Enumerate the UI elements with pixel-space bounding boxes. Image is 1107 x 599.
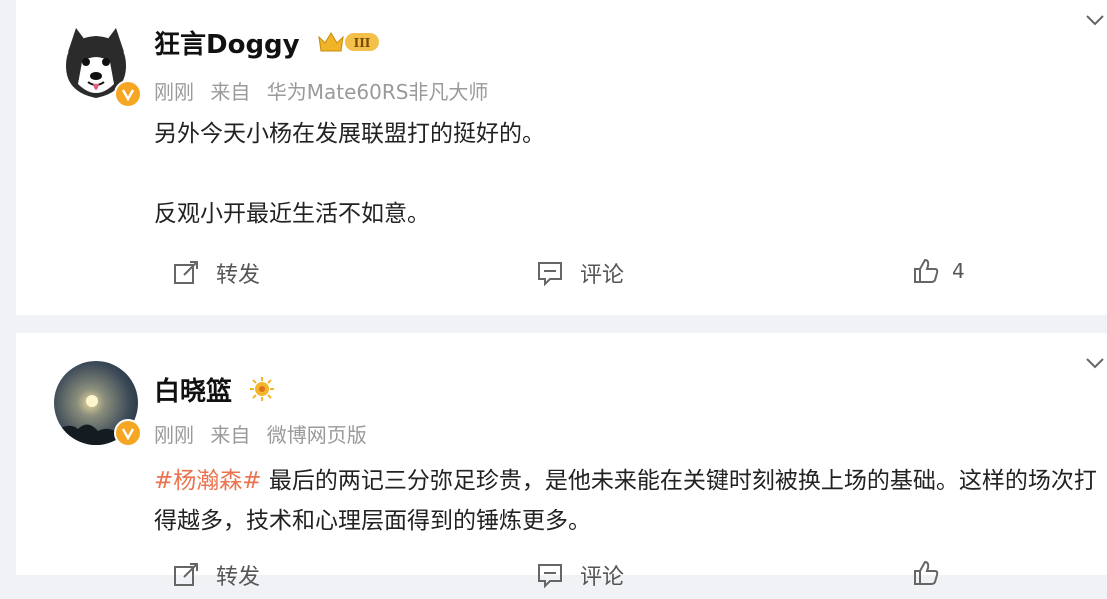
post-card: 狂言Doggy III 刚刚 来自 华为Mate60RS非凡大师 另外今天小杨在… [16,0,1107,315]
post-card: 白晓篮 刚刚 来自 微博网页版 #杨瀚森# 最后的两记三分弥足珍贵，是他未来能在… [16,333,1107,590]
share-icon [172,561,200,589]
post-paragraph: 另外今天小杨在发展联盟打的挺好的。 [154,121,545,147]
like-button[interactable]: 4 [912,257,965,285]
chevron-down-icon[interactable] [1083,353,1107,373]
post-source[interactable]: 微博网页版 [267,423,367,447]
like-icon [912,559,940,587]
verified-badge-icon [114,80,142,108]
author-name[interactable]: 白晓篮 [154,371,275,409]
post-time: 刚刚 [154,80,194,104]
post-source[interactable]: 华为Mate60RS非凡大师 [267,80,489,104]
forward-label: 转发 [216,565,261,590]
comment-label: 评论 [580,263,625,288]
post-body: #杨瀚森# 最后的两记三分弥足珍贵，是他未来能在关键时刻被换上场的基础。这样的场… [154,461,1097,541]
sun-medal-icon [249,376,275,409]
forward-label: 转发 [216,263,261,288]
avatar[interactable] [54,361,142,447]
verified-badge-icon [114,419,142,447]
comment-button[interactable]: 评论 [536,257,624,289]
author-name[interactable]: 狂言Doggy III [154,24,381,62]
action-bar: 转发 评论 [16,559,1107,599]
source-prefix: 来自 [210,423,251,447]
post-time: 刚刚 [154,423,194,447]
comment-label: 评论 [580,565,625,590]
post-paragraph: 反观小开最近生活不如意。 [154,201,430,227]
like-icon [912,257,940,285]
level-badge-text: III [353,36,370,50]
author-link[interactable]: 狂言Doggy [154,30,300,60]
comment-icon [536,259,564,287]
post-meta: 刚刚 来自 华为Mate60RS非凡大师 [154,76,498,105]
forward-button[interactable]: 转发 [172,559,260,591]
post-meta: 刚刚 来自 微博网页版 [154,419,377,448]
hashtag-link[interactable]: #杨瀚森# [154,468,262,494]
source-prefix: 来自 [210,80,251,104]
share-icon [172,259,200,287]
crown-icon: III [317,29,381,62]
forward-button[interactable]: 转发 [172,257,260,289]
post-body: 另外今天小杨在发展联盟打的挺好的。 反观小开最近生活不如意。 [154,114,1097,234]
comment-button[interactable]: 评论 [536,559,624,591]
like-count: 4 [952,259,965,283]
like-button[interactable] [912,559,952,587]
chevron-down-icon[interactable] [1083,10,1107,30]
action-bar: 转发 评论 4 [16,257,1107,297]
avatar[interactable] [54,22,142,108]
post-paragraph: #杨瀚森# 最后的两记三分弥足珍贵，是他未来能在关键时刻被换上场的基础。这样的场… [154,461,1097,541]
author-link[interactable]: 白晓篮 [154,377,232,407]
comment-icon [536,561,564,589]
post-text: 最后的两记三分弥足珍贵，是他未来能在关键时刻被换上场的基础。这样的场次打得越多，… [154,468,1097,534]
